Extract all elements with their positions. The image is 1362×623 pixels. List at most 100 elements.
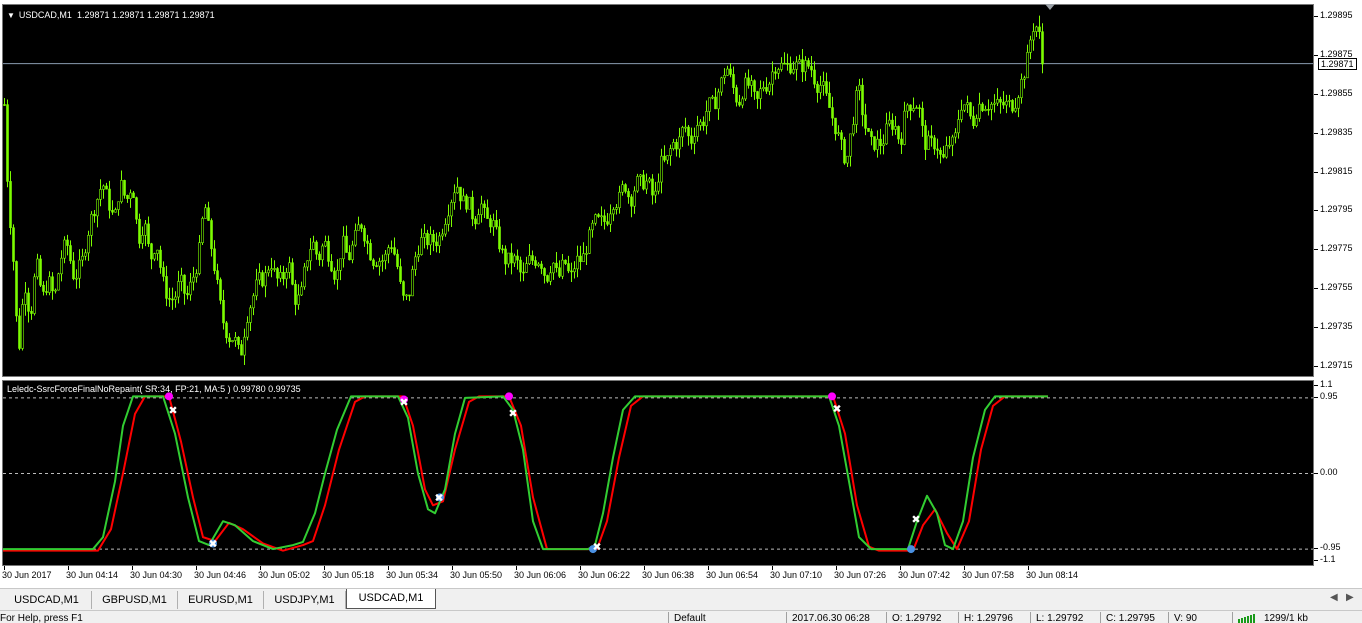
indicator-tick-label: -1.1 (1320, 554, 1336, 564)
price-tick (1314, 210, 1318, 212)
candle-body (648, 178, 651, 182)
candle-body (99, 189, 102, 200)
candle-body (78, 259, 81, 279)
candle-body (24, 292, 27, 305)
candle-body (120, 180, 123, 203)
tab-eurusd-m1[interactable]: EURUSD,M1 (178, 591, 264, 609)
candle-body (324, 241, 327, 247)
time-tick-label: 30 Jun 05:02 (258, 570, 311, 580)
candle-body (576, 255, 579, 270)
signal-x-mark: ✖ (168, 404, 177, 417)
candle-body (72, 260, 75, 280)
candle-body (297, 294, 300, 305)
candle-body (963, 104, 966, 111)
candle-body (486, 207, 489, 219)
indicator-pane[interactable]: ✖ ✖ ✖ ✖ ✖ ✖ ✖ ✖ Leledc-SsrcForceFinalNoRepaint(… (2, 380, 1314, 566)
candle-body (495, 220, 498, 228)
time-tick-label: 30 Jun 2017 (2, 570, 52, 580)
candle-body (285, 272, 288, 280)
candle-body (234, 337, 237, 341)
tab-gbpusd-m1[interactable]: GBPUSD,M1 (92, 591, 178, 609)
candle-body (972, 115, 975, 126)
indicator-tick-label: 0.95 (1320, 390, 1338, 401)
candle-body (462, 195, 465, 202)
candle-body (336, 270, 339, 280)
price-scale[interactable]: 1.29895 1.29875 1.29855 1.29835 1.29815 1.297… (1314, 4, 1362, 377)
candle-body (303, 266, 306, 288)
menu-triangle-icon[interactable]: ▼ (7, 11, 15, 20)
candle-body (21, 304, 24, 349)
fast-line (3, 395, 1048, 551)
candle-body (570, 270, 573, 273)
candle-body (705, 111, 708, 127)
time-tick-label: 30 Jun 05:50 (450, 570, 503, 580)
candle-body (663, 155, 666, 161)
candle-body (591, 222, 594, 231)
candle-body (621, 184, 624, 193)
candle-body (417, 254, 420, 258)
time-tick-label: 30 Jun 07:10 (770, 570, 823, 580)
candle-body (459, 186, 462, 202)
candle-body (1026, 52, 1029, 79)
candle-body (513, 255, 516, 264)
candle-body (471, 196, 474, 220)
candle-body (180, 274, 183, 282)
candle-body (300, 286, 303, 296)
tab-usdcad-m1-active[interactable]: USDCAD,M1 (346, 589, 436, 609)
candle-body (414, 256, 417, 270)
candle-body (63, 239, 66, 259)
candle-body (912, 108, 915, 111)
candle-body (906, 104, 909, 112)
scroll-left-icon[interactable]: ◀ (1330, 592, 1338, 603)
candle-body (1035, 26, 1038, 32)
candle-body (603, 215, 606, 222)
candle-body (102, 185, 105, 190)
scroll-right-icon[interactable]: ▶ (1346, 592, 1354, 603)
tab-usdcad-m1[interactable]: USDCAD,M1 (2, 591, 92, 609)
price-tick (1314, 16, 1318, 17)
candle-body (369, 243, 372, 261)
candle-body (996, 99, 999, 104)
candle-body (741, 98, 744, 106)
candle-body (843, 139, 846, 164)
candle-body (1041, 31, 1044, 65)
candle-body (150, 243, 153, 260)
chart-tab-strip: USDCAD,M1 GBPUSD,M1 EURUSD,M1 USDJPY,M1 … (0, 588, 1362, 611)
candle-body (1014, 107, 1017, 112)
candle-body (318, 253, 321, 261)
status-bar: For Help, press F1 Default 2017.06.30 06… (0, 610, 1362, 623)
candle-body (12, 227, 15, 262)
candle-body (564, 259, 567, 264)
candle-body (723, 75, 726, 79)
candle-body (9, 181, 12, 229)
price-chart-pane[interactable]: ▼ USDCAD,M1 1.29871 1.29871 1.29871 1.298… (2, 4, 1314, 377)
time-tick-label: 30 Jun 05:18 (322, 570, 375, 580)
candle-body (828, 92, 831, 108)
candle-body (615, 207, 618, 210)
candle-body (978, 103, 981, 119)
candle-body (801, 59, 804, 73)
candle-body (678, 136, 681, 150)
candle-body (252, 295, 255, 309)
ohlc-text: 1.29871 1.29871 1.29871 1.29871 (76, 10, 215, 20)
tab-usdjpy-m1[interactable]: USDJPY,M1 (264, 591, 346, 609)
candle-body (666, 155, 669, 161)
chart-shift-marker-icon[interactable] (1045, 4, 1055, 10)
indicator-scale[interactable]: 1.1 0.95 0.00 -0.95 -1.1 (1314, 379, 1362, 566)
candle-body (168, 298, 171, 300)
candle-body (654, 190, 657, 196)
candle-body (954, 132, 957, 138)
candle-body (405, 294, 408, 297)
candle-body (999, 99, 1002, 103)
candle-body (702, 121, 705, 127)
candle-body (840, 132, 843, 140)
candle-body (312, 241, 315, 250)
candle-body (690, 135, 693, 144)
candle-body (990, 103, 993, 110)
candle-body (942, 154, 945, 158)
candle-body (117, 201, 120, 210)
price-tick (1314, 54, 1318, 56)
candle-body (756, 91, 759, 99)
candle-body (129, 192, 132, 199)
time-tick-label: 30 Jun 04:30 (130, 570, 183, 580)
